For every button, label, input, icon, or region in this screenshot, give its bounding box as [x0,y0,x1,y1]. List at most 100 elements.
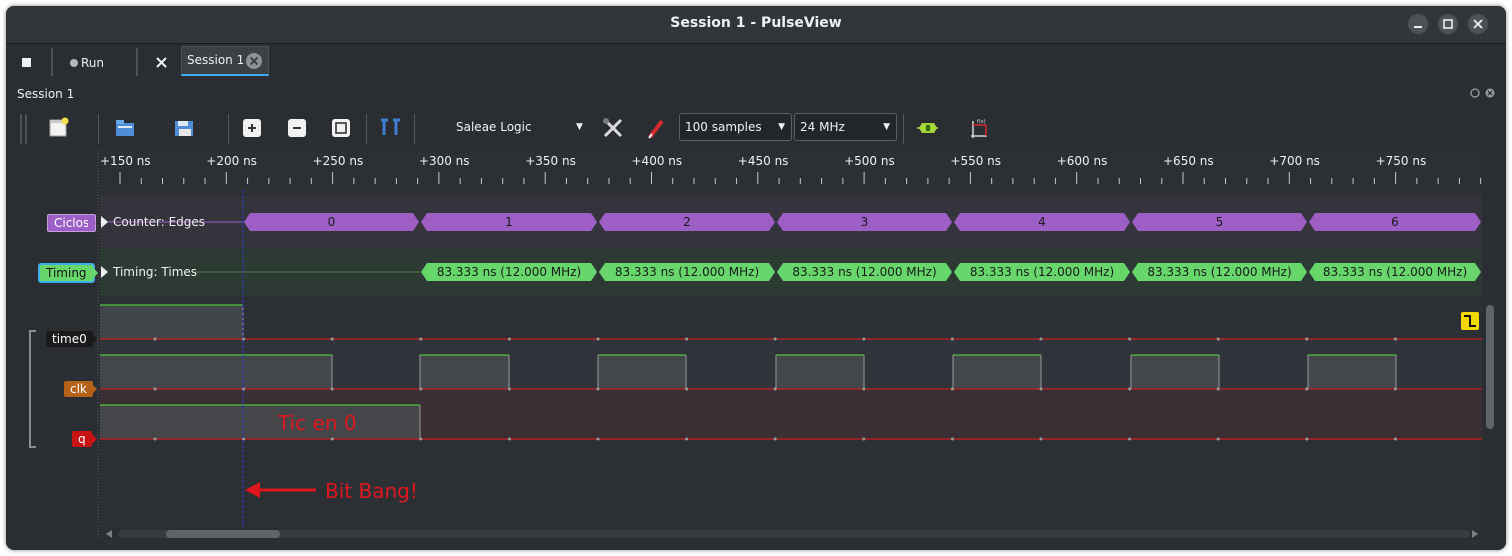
separator [228,114,229,144]
decoder-segment-label: 5 [1215,215,1224,229]
chevron-down-icon: ▼ [883,122,890,132]
tab-label: Session 1 [187,53,245,67]
separator [366,114,367,144]
main-toolbar: Run Session 1 [6,44,1506,78]
ruler-label: +700 ns [1269,154,1320,168]
sample-count-select[interactable]: 100 samples ▼ [679,113,792,141]
open-button[interactable] [114,117,136,139]
new-session-button[interactable] [48,117,70,139]
decoder-segment-label: 83.333 ns (12.000 MHz) [969,265,1115,279]
panel-controls[interactable] [1470,88,1500,100]
ruler-label: +450 ns [737,154,789,168]
sample-count-value: 100 samples [685,120,762,134]
zoom-out-button[interactable] [286,117,308,139]
ruler-label: +500 ns [844,154,895,168]
ruler-label: +650 ns [1163,154,1214,168]
channel-label-text: clk [70,382,87,396]
decoder-segment-label: 0 [327,215,336,229]
samplerate-select[interactable]: 24 MHz ▼ [794,113,897,141]
ruler-label: +200 ns [206,154,257,168]
close-icon [1473,19,1483,29]
horizontal-scroll-track [118,530,1470,538]
annotation-tic: Tic en 0 [278,411,357,435]
vertical-scroll-thumb[interactable] [1486,305,1494,429]
float-icon [1470,88,1480,98]
channel-label-time0[interactable]: time0 [46,331,93,347]
minimize-icon [1414,26,1422,28]
tab-session-1[interactable]: Session 1 [181,46,269,76]
stop-button[interactable] [20,50,34,76]
label-pointer [89,331,97,347]
run-button[interactable]: Run [69,50,104,76]
settings-button[interactable] [154,50,170,76]
stop-icon [22,58,31,67]
decoder-label-text: Timing [46,266,87,280]
decoder-segment-label: 83.333 ns (12.000 MHz) [436,265,582,279]
decoder-segment-label: 3 [860,215,869,229]
decoder-segment-label: 83.333 ns (12.000 MHz) [614,265,760,279]
ruler-label: +350 ns [525,154,576,168]
add-decoder-button[interactable] [916,117,938,139]
svg-text:f(x): f(x) [977,119,986,125]
record-dot-icon [70,59,78,67]
label-pointer [89,431,97,447]
device-selector[interactable]: Saleae Logic ▼ [456,113,583,141]
show-cursors-button[interactable] [380,117,402,139]
maximize-button[interactable] [1438,14,1458,34]
device-name: Saleae Logic [456,120,532,134]
add-math-signal-button[interactable]: f(x) [968,117,990,139]
decoder-label-timing[interactable]: Timing [38,263,95,283]
title-bar: Session 1 - PulseView [6,6,1506,44]
chevron-down-icon: ▼ [576,122,583,132]
panel-title: Session 1 [17,87,75,101]
samplerate-value: 24 MHz [800,120,845,134]
expand-triangle-icon[interactable] [101,266,109,278]
separator [98,114,99,144]
probes-button[interactable] [646,117,668,139]
label-pointer [89,381,97,397]
separator [903,114,904,144]
zoom-in-button[interactable] [241,117,263,139]
decoder-segment-label: 83.333 ns (12.000 MHz) [1322,265,1468,279]
decoder-segment-label: 4 [1038,215,1046,229]
decoder-segment-label: 83.333 ns (12.000 MHz) [792,265,937,279]
trigger-marker-icon[interactable] [1461,312,1479,330]
ruler-label: +300 ns [418,154,470,168]
annotation-bitbang: Bit Bang! [325,479,418,503]
ruler-label: +600 ns [1056,154,1108,168]
expand-triangle-icon[interactable] [101,216,109,228]
maximize-icon [1443,19,1453,29]
horizontal-scroll-thumb[interactable] [166,530,280,538]
channel-label-text: q [78,432,86,446]
channel-label-text: time0 [52,332,87,346]
ruler-label: +750 ns [1375,154,1427,168]
decoder-segment-label: 1 [505,215,513,229]
toolbar-grip [25,114,27,144]
save-button[interactable] [173,117,195,139]
ruler-label: +400 ns [631,154,683,168]
ruler-label: +150 ns [100,154,151,168]
close-button[interactable] [1468,14,1488,34]
separator [136,48,138,76]
decoder-segment-label: 2 [683,215,691,229]
separator [51,48,53,76]
scroll-corner [1483,528,1497,542]
minimize-button[interactable] [1408,14,1428,34]
decoder-segment-label: 83.333 ns (12.000 MHz) [1147,265,1292,279]
tab-close-icon[interactable] [245,52,263,70]
tools-icon [156,57,167,68]
label-pointer [90,264,98,282]
run-label: Run [81,56,105,70]
decoder-title-ciclos: Counter: Edges [113,215,206,229]
separator [414,114,415,144]
label-pointer [88,214,96,232]
decoder-segment-label: 6 [1391,215,1399,229]
decoder-label-text: Ciclos [54,216,90,230]
toolbar-grip [20,114,22,144]
chevron-down-icon: ▼ [778,122,785,132]
ruler-label: +550 ns [950,154,1002,168]
zoom-fit-button[interactable] [330,117,352,139]
decoder-title-timing: Timing: Times [113,265,198,279]
ruler-label: +250 ns [312,154,364,168]
device-config-button[interactable] [602,117,624,139]
